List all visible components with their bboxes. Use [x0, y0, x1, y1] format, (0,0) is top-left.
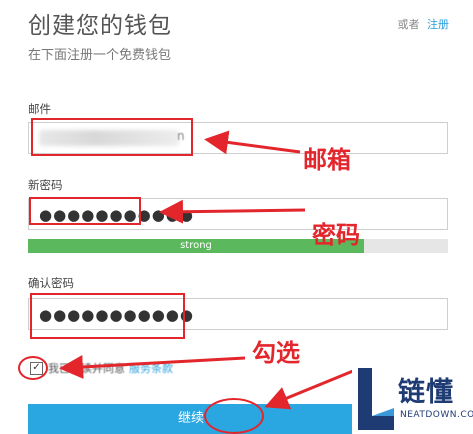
annotation-email-note: 邮箱 [303, 146, 351, 174]
annotation-password-note: 密码 [312, 221, 360, 249]
watermark-logo-icon [358, 368, 394, 430]
annotation-check-note: 勾选 [252, 339, 300, 367]
watermark-brand: 链懂 [398, 377, 454, 408]
watermark-domain: NEATDOWN.COM [400, 410, 473, 420]
